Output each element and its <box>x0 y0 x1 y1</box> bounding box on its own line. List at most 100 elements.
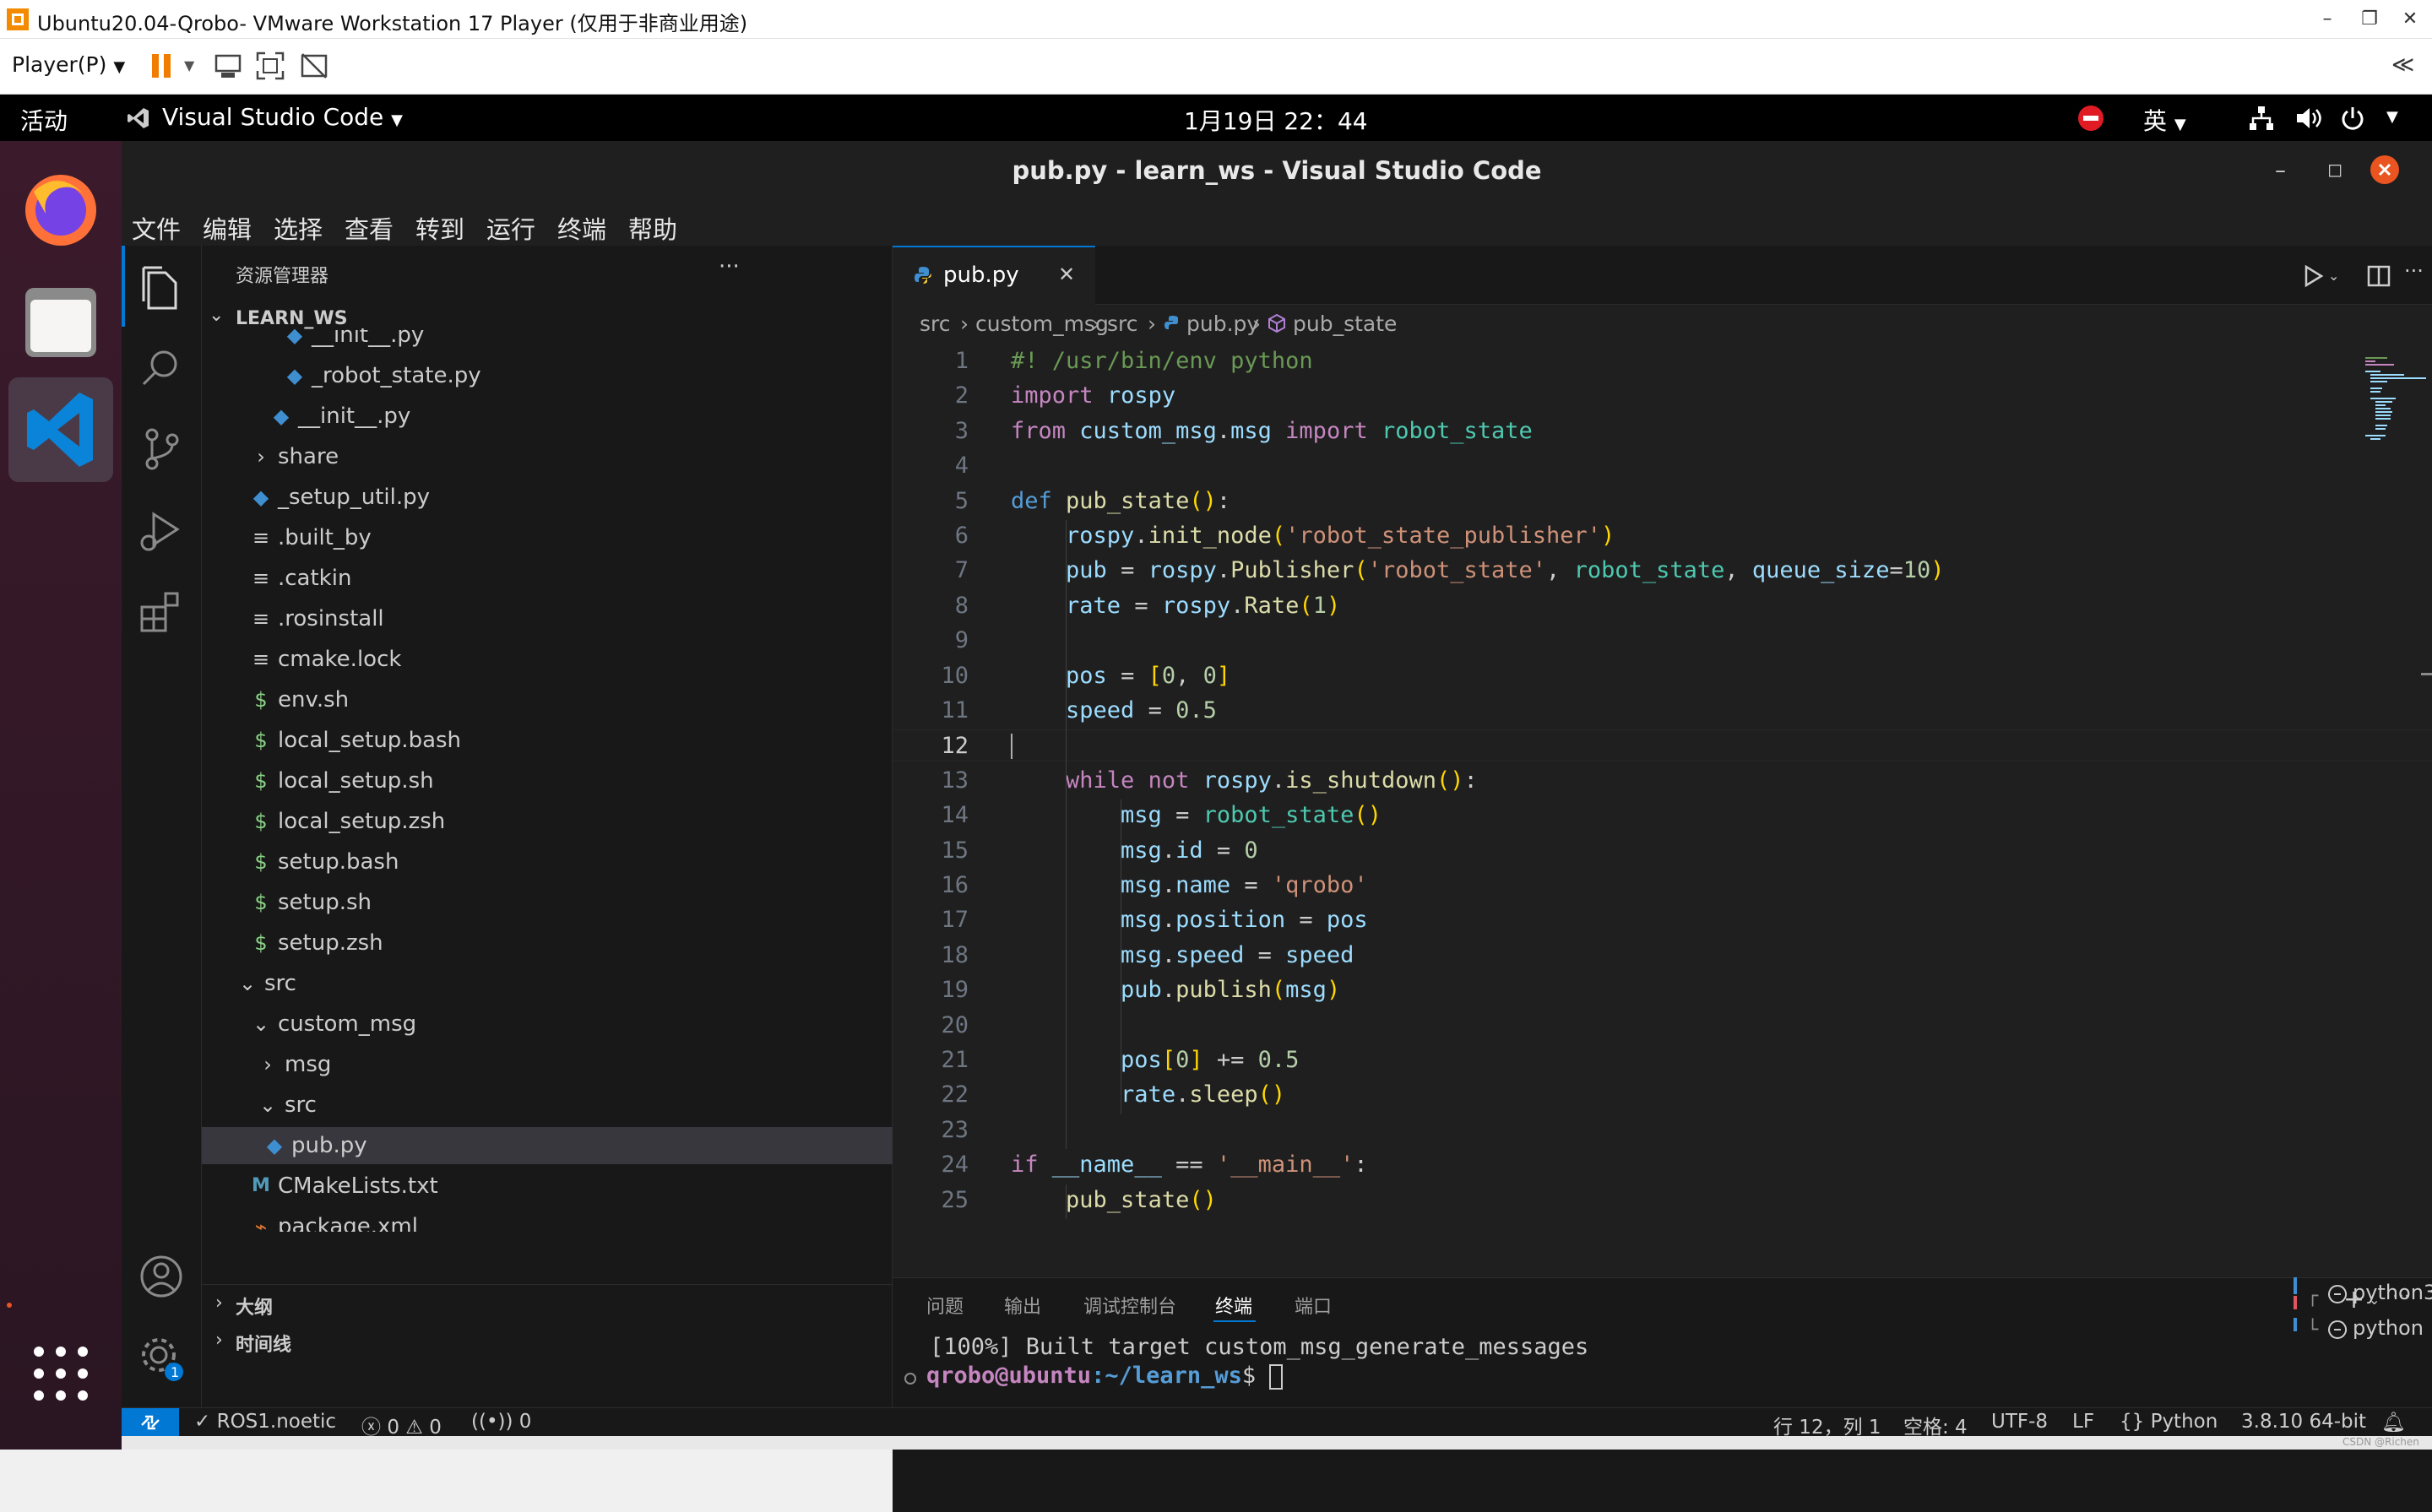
close-icon[interactable]: ✕ <box>2393 3 2427 35</box>
outline-section[interactable]: 大纲 <box>236 1293 273 1320</box>
file-tree-item[interactable]: $ env.sh <box>202 681 893 718</box>
activities-button[interactable]: 活动 <box>20 103 68 137</box>
file-tree-item[interactable]: ⌄ custom_msg <box>202 1005 893 1043</box>
code-line[interactable]: 18 msg.speed = speed <box>893 940 2432 972</box>
restore-icon[interactable]: ❐ <box>2353 3 2386 35</box>
volume-icon[interactable] <box>2295 105 2324 132</box>
run-file-icon[interactable] <box>2301 264 2325 288</box>
breadcrumb-custom-msg[interactable]: custom_msg <box>975 312 1109 336</box>
player-menu[interactable]: Player(P) ▼ <box>12 52 125 77</box>
timeline-section[interactable]: 时间线 <box>236 1330 291 1357</box>
code-line[interactable]: 11 speed = 0.5 <box>893 695 2432 727</box>
app-menu[interactable]: Visual Studio Code ▼ <box>162 103 403 131</box>
files-icon[interactable] <box>8 269 113 374</box>
manage-gear-icon[interactable]: 1 <box>135 1331 187 1384</box>
code-line[interactable]: 22 rate.sleep() <box>893 1079 2432 1111</box>
code-editor[interactable]: 1 #! /usr/bin/env python 2 import rospy 3 fro… <box>893 344 2432 1219</box>
send-ctrl-alt-del-icon[interactable] <box>213 51 243 81</box>
menu-terminal[interactable]: 终端 <box>557 210 606 246</box>
accounts-icon[interactable] <box>135 1250 187 1303</box>
show-applications-icon[interactable] <box>30 1343 91 1404</box>
code-line[interactable]: 20 <box>893 1010 2432 1042</box>
ports-status[interactable]: ((•)) 0 <box>471 1411 531 1433</box>
tab-pub-py[interactable]: pub.py ✕ <box>893 246 1095 305</box>
menu-selection[interactable]: 选择 <box>274 210 323 246</box>
explorer-icon[interactable] <box>135 261 187 313</box>
clock[interactable]: 1月19日 22：44 <box>1184 103 1368 137</box>
menu-run[interactable]: 运行 <box>486 210 535 246</box>
unity-mode-icon[interactable] <box>299 51 329 81</box>
panel-tab-ports[interactable]: 端口 <box>1295 1292 1332 1319</box>
fullscreen-icon[interactable] <box>255 51 285 81</box>
run-dropdown-icon[interactable]: ⌄ <box>2328 268 2339 284</box>
notifications-bell-icon[interactable]: 🔔︎ <box>2381 1411 2406 1433</box>
breadcrumb-pub-state[interactable]: pub_state <box>1293 312 1397 336</box>
file-tree-item[interactable]: ⌄ src <box>202 1087 893 1124</box>
file-tree-item[interactable]: M CMakeLists.txt <box>202 1168 893 1205</box>
code-line[interactable]: 13 while not rospy.is_shutdown(): <box>893 765 2432 797</box>
pause-icon[interactable] <box>150 52 176 79</box>
breadcrumb-pub-py[interactable]: pub.py <box>1186 312 1259 336</box>
panel-tab-output[interactable]: 输出 <box>1004 1292 1041 1319</box>
code-line[interactable]: 7 pub = rospy.Publisher('robot_state', r… <box>893 555 2432 587</box>
code-line[interactable]: 2 import rospy <box>893 380 2432 412</box>
terminal-prompt[interactable]: qrobo@ubuntu:~/learn_ws$ <box>926 1363 1284 1390</box>
code-line[interactable]: 10 pos = [0, 0] <box>893 660 2432 692</box>
code-line[interactable]: 15 msg.id = 0 <box>893 835 2432 867</box>
file-tree-item[interactable]: ≡ .rosinstall <box>202 600 893 637</box>
file-tree-item[interactable]: ◆ pub.py <box>202 1127 893 1164</box>
file-tree-item[interactable]: $ local_setup.zsh <box>202 803 893 840</box>
code-line[interactable]: 4 <box>893 450 2432 482</box>
firefox-icon[interactable] <box>8 158 113 263</box>
vscode-dock-icon[interactable] <box>8 377 113 482</box>
minimap[interactable] <box>2362 344 2432 1272</box>
code-line[interactable]: 21 pos[0] += 0.5 <box>893 1044 2432 1076</box>
code-line[interactable]: 12 <box>893 729 2432 762</box>
file-tree-item[interactable]: ≡ .catkin <box>202 560 893 597</box>
menu-view[interactable]: 查看 <box>345 210 394 246</box>
code-line[interactable]: 17 msg.position = pos <box>893 904 2432 936</box>
source-control-icon[interactable] <box>135 423 187 475</box>
timeline-chevron-icon[interactable]: › <box>215 1330 223 1351</box>
terminal-item-python3[interactable]: python3 <box>2353 1281 2432 1304</box>
menu-file[interactable]: 文件 <box>132 210 181 246</box>
network-icon[interactable] <box>2248 105 2275 132</box>
file-tree-item[interactable]: ≡ cmake.lock <box>202 641 893 678</box>
file-tree-item[interactable]: ◆ _setup_util.py <box>202 479 893 516</box>
power-icon[interactable] <box>2339 105 2366 132</box>
code-line[interactable]: 9 <box>893 625 2432 657</box>
remote-indicator[interactable] <box>122 1408 179 1437</box>
problems-status[interactable]: ⓧ 0 ⚠ 0 <box>361 1411 442 1439</box>
file-tree-item[interactable]: ◆ __init__.py <box>202 398 893 435</box>
split-editor-icon[interactable] <box>2367 264 2391 288</box>
code-line[interactable]: 23 <box>893 1114 2432 1146</box>
explorer-more-icon[interactable]: ··· <box>719 254 740 279</box>
minimize-icon[interactable]: – <box>2310 3 2344 35</box>
encoding[interactable]: UTF-8 <box>1991 1411 2048 1433</box>
run-debug-icon[interactable] <box>135 504 187 556</box>
file-tree-item[interactable]: $ setup.sh <box>202 884 893 921</box>
code-line[interactable]: 6 rospy.init_node('robot_state_publisher… <box>893 520 2432 552</box>
file-tree-item[interactable]: › msg <box>202 1046 893 1083</box>
extensions-icon[interactable] <box>135 585 187 637</box>
menu-edit[interactable]: 编辑 <box>203 210 252 246</box>
tab-close-icon[interactable]: ✕ <box>1058 263 1075 286</box>
ros-status[interactable]: ✓ ROS1.noetic <box>194 1411 336 1433</box>
file-tree-item[interactable]: ⌁ package.xml <box>202 1208 893 1232</box>
workspace-title[interactable]: LEARN_WS <box>236 308 348 329</box>
line-ending[interactable]: LF <box>2072 1411 2094 1433</box>
code-line[interactable]: 14 msg = robot_state() <box>893 799 2432 832</box>
code-line[interactable]: 24 if __name__ == '__main__': <box>893 1149 2432 1181</box>
file-tree-item[interactable]: $ setup.bash <box>202 843 893 881</box>
code-line[interactable]: 16 msg.name = 'qrobo' <box>893 870 2432 902</box>
menu-help[interactable]: 帮助 <box>628 210 677 246</box>
file-tree-item[interactable]: $ local_setup.bash <box>202 722 893 759</box>
file-tree-item[interactable]: ◆ _robot_state.py <box>202 357 893 394</box>
menu-go[interactable]: 转到 <box>415 210 464 246</box>
panel-tab-problems[interactable]: 问题 <box>926 1292 964 1319</box>
workspace-chevron-icon[interactable]: ⌄ <box>209 305 224 326</box>
file-tree-item[interactable]: ≡ .built_by <box>202 519 893 556</box>
system-menu-arrow-icon[interactable]: ▼ <box>2386 108 2398 126</box>
cursor-position[interactable]: 行 12，列 1 <box>1773 1411 1881 1439</box>
file-tree-item[interactable]: › share <box>202 438 893 475</box>
